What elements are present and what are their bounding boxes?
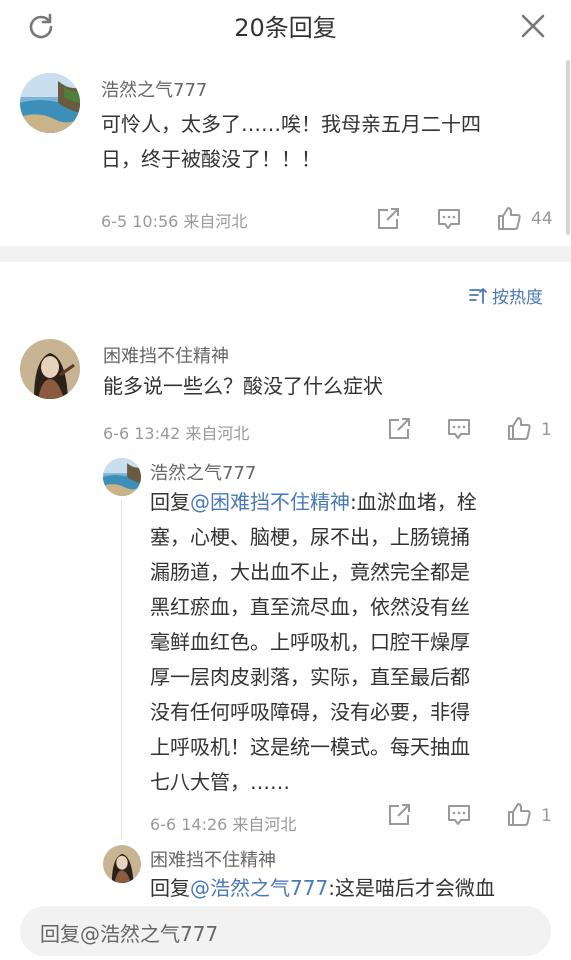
sort-icon	[469, 287, 487, 304]
mention-link[interactable]: @困难挡不住精神	[190, 490, 350, 514]
share-icon[interactable]	[386, 416, 412, 442]
reply-text-line: 没有任何呼吸障碍，没有必要，非得	[150, 700, 470, 724]
reply-text-line: 回复@困难挡不住精神:血淤血堵，栓	[150, 485, 477, 520]
comment-text: 能多说一些么？酸没了什么症状	[103, 374, 383, 398]
section-divider	[0, 246, 571, 262]
reply-text-line: 黑红瘀血，直至流尽血，依然没有丝	[150, 595, 470, 619]
username[interactable]: 浩然之气777	[150, 459, 256, 485]
reply-text-segment: :这是喵后才会微血	[328, 876, 495, 900]
time: 6-5 10:56	[101, 212, 179, 231]
avatar[interactable]	[103, 458, 141, 496]
avatar[interactable]	[103, 845, 141, 883]
thumbs-up-icon[interactable]	[506, 415, 532, 441]
share-icon[interactable]	[386, 802, 412, 828]
reply-prefix: 回复	[150, 490, 190, 514]
avatar[interactable]	[20, 339, 80, 399]
thumbs-up-icon[interactable]	[506, 801, 532, 827]
share-icon[interactable]	[375, 206, 401, 232]
timestamp: 6-6 13:42 来自河北	[103, 420, 249, 444]
comment-text-line: 日，终于被酸没了！！！	[101, 147, 321, 171]
comment-icon[interactable]	[436, 206, 462, 232]
reply-text-line: 七八大管，……	[150, 770, 290, 794]
comment-icon[interactable]	[446, 416, 472, 442]
reply-text-line: 厚一层肉皮剥落，实际，直至最后都	[150, 665, 470, 689]
reply-text-line: 毫鲜血红色。上呼吸机，口腔干燥厚	[150, 630, 470, 654]
thread-line	[121, 500, 122, 840]
timestamp: 6-5 10:56 来自河北	[101, 208, 247, 232]
time: 6-6 14:26	[150, 815, 228, 834]
username[interactable]: 困难挡不住精神	[103, 342, 229, 368]
reply-input[interactable]: 回复@浩然之气777	[20, 906, 551, 956]
header-bar: 20条回复	[0, 0, 571, 50]
comment-text-line: 可怜人，太多了……唉！我母亲五月二十四	[101, 112, 481, 136]
mention-link[interactable]: @浩然之气777	[190, 876, 328, 900]
location: 来自河北	[232, 815, 297, 834]
username[interactable]: 困难挡不住精神	[150, 846, 276, 872]
reply-prefix: 回复	[150, 876, 190, 900]
like-count: 1	[541, 420, 552, 440]
thumbs-up-icon[interactable]	[496, 205, 522, 231]
timestamp: 6-6 14:26 来自河北	[150, 811, 296, 835]
like-count: 44	[531, 209, 553, 229]
reply-text-segment: :血淤血堵，栓	[350, 490, 477, 514]
location: 来自河北	[185, 424, 250, 443]
comment-icon[interactable]	[446, 802, 472, 828]
reply-text-line: 上呼吸机！这是统一模式。每天抽血	[150, 735, 470, 759]
username[interactable]: 浩然之气777	[101, 76, 207, 102]
like-count: 1	[541, 806, 552, 826]
reply-text-line: 回复@浩然之气777:这是喵后才会微血	[150, 871, 495, 903]
page-title: 20条回复	[234, 14, 337, 42]
scrollbar[interactable]	[566, 60, 570, 235]
sort-label: 按热度	[492, 288, 543, 308]
avatar[interactable]	[20, 73, 80, 133]
reply-text-line: 塞，心梗、脑梗，尿不出，上肠镜捅	[150, 525, 470, 549]
time: 6-6 13:42	[103, 424, 181, 443]
close-icon[interactable]	[519, 12, 547, 40]
location: 来自河北	[183, 212, 248, 231]
reply-text-line: 漏肠道，大出血不止，竟然完全都是	[150, 560, 470, 584]
sort-by-hot-button[interactable]: 按热度	[468, 283, 543, 308]
